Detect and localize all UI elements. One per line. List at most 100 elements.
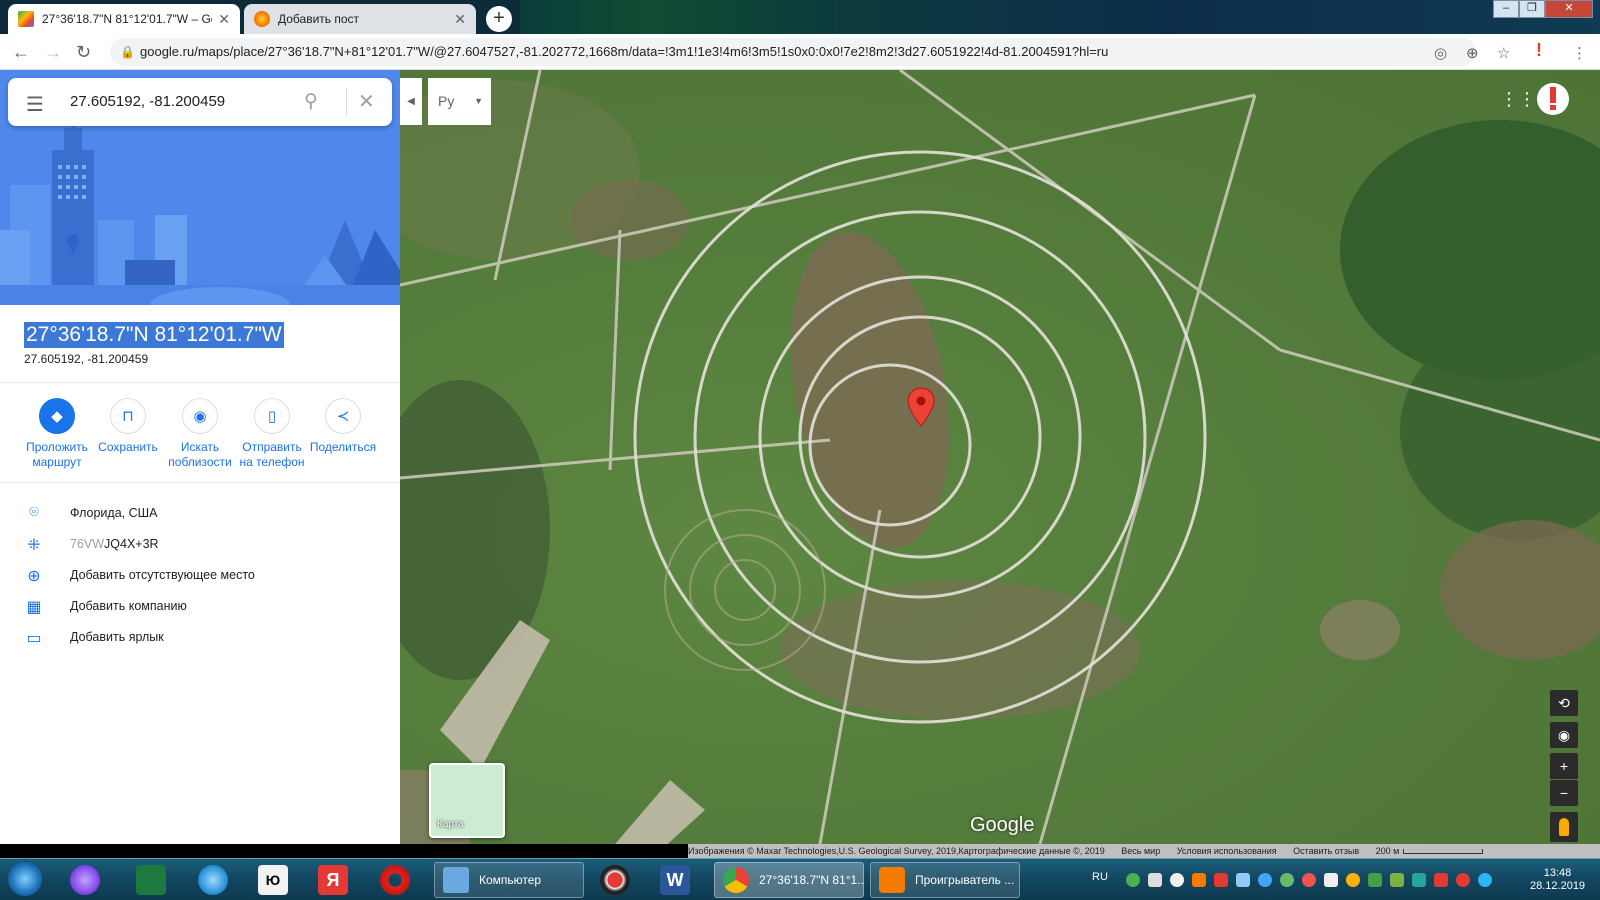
forward-arrow-icon[interactable]: → — [44, 42, 62, 63]
send-to-phone-label: Отправить на телефон — [239, 440, 305, 469]
tray-app-icon[interactable] — [1390, 873, 1404, 887]
maximize-button[interactable]: ❐ — [1519, 0, 1545, 18]
add-business-row[interactable]: ▦ Добавить компанию — [0, 593, 400, 621]
account-button[interactable] — [1537, 83, 1569, 115]
collapse-panel-button[interactable]: ◀ — [400, 78, 422, 125]
address-bar[interactable]: 🔒 google.ru/maps/place/27°36'18.7"N+81°1… — [110, 38, 1476, 66]
browser-toolbar: ← → ↻ 🔒 google.ru/maps/place/27°36'18.7"… — [0, 34, 1600, 70]
tray-app-icon[interactable] — [1258, 873, 1272, 887]
recorder-icon[interactable] — [600, 865, 630, 895]
clock-time: 13:48 — [1543, 867, 1572, 879]
tray-app-icon[interactable] — [1368, 873, 1382, 887]
tray-app-icon[interactable] — [1302, 873, 1316, 887]
start-button[interactable] — [8, 862, 42, 896]
tilt-icon[interactable]: ⟲ — [1550, 690, 1578, 716]
hamburger-menu-icon[interactable]: ☰ — [26, 92, 44, 117]
extension-alert-icon[interactable]: ! — [1536, 40, 1542, 61]
plus-code-icon: ⁜ — [27, 537, 41, 554]
label-icon: ▭ — [26, 630, 42, 647]
taskbar-window-computer[interactable]: Компьютер — [434, 862, 584, 898]
download-icon[interactable] — [1412, 873, 1426, 887]
tab-maps[interactable]: 27°36'18.7"N 81°12'01.7"W – Goo ✕ — [8, 4, 240, 34]
save-button[interactable]: ⊓ Сохранить — [92, 398, 164, 455]
location-icon[interactable]: ◎ — [1434, 44, 1447, 62]
new-tab-button[interactable]: + — [486, 6, 512, 32]
bookmark-icon: ⊓ — [110, 398, 146, 434]
tab-add-post[interactable]: Добавить пост ✕ — [244, 4, 476, 34]
input-language[interactable]: RU — [1092, 871, 1108, 883]
add-business-text: Добавить компанию — [70, 599, 187, 613]
clock-date: 28.12.2019 — [1530, 880, 1586, 892]
add-business-icon: ▦ — [26, 599, 42, 616]
tray-app-icon[interactable] — [1346, 873, 1360, 887]
zoom-icon[interactable]: ⊕ — [1466, 44, 1479, 62]
place-coordinates: 27.605192, -81.200459 — [24, 352, 149, 366]
directions-icon: ◆ — [39, 398, 75, 434]
clock[interactable]: 13:48 28.12.2019 — [1530, 867, 1585, 893]
media-player-icon — [879, 867, 905, 893]
satellite-map[interactable] — [400, 70, 1600, 844]
minimize-button[interactable]: – — [1493, 0, 1519, 18]
tray-app-icon[interactable] — [1324, 873, 1338, 887]
taskbar-window-player[interactable]: Проигрыватель ... — [870, 862, 1020, 898]
google-maps-favicon-icon — [18, 11, 34, 27]
desktop-background-strip — [520, 0, 1600, 34]
my-location-icon[interactable]: ◉ — [1550, 722, 1578, 748]
info-region-row[interactable]: ⌾ Флорида, США — [0, 500, 400, 528]
attribution-text: Изображения © Maxar Technologies,U.S. Ge… — [688, 846, 1105, 856]
add-missing-place-row[interactable]: ⊕ Добавить отсутствующее место — [0, 562, 400, 590]
yandex-browser-icon[interactable]: Я — [318, 865, 348, 895]
search-icon[interactable]: ⚲ — [304, 90, 318, 113]
zoom-out-button[interactable]: − — [1550, 780, 1578, 806]
yu-app-icon[interactable]: Ю — [258, 865, 288, 895]
google-logo: Google — [970, 814, 1035, 836]
nearby-button[interactable]: ◉ Искать поблизости — [164, 398, 236, 470]
map-layer-label: Карта — [437, 819, 464, 830]
world-link[interactable]: Весь мир — [1121, 846, 1160, 856]
window-close-button[interactable]: ✕ — [1545, 0, 1593, 18]
warning-icon[interactable] — [1434, 873, 1448, 887]
word-icon[interactable]: W — [660, 865, 690, 895]
tray-app-icon[interactable] — [1192, 873, 1206, 887]
tray-chrome-icon[interactable] — [1126, 873, 1140, 887]
language-selector[interactable]: Ру ▼ — [428, 78, 491, 125]
star-bookmark-icon[interactable]: ☆ — [1497, 44, 1510, 62]
tray-app-icon[interactable] — [1214, 873, 1228, 887]
zoom-in-button[interactable]: + — [1550, 753, 1578, 779]
network-icon[interactable] — [1478, 873, 1492, 887]
internet-explorer-icon[interactable] — [198, 865, 228, 895]
tray-app-icon[interactable] — [1456, 873, 1470, 887]
nearby-label: Искать поблизости — [168, 440, 232, 469]
reload-icon[interactable]: ↻ — [76, 42, 91, 63]
location-pin-icon: ⌾ — [29, 504, 39, 521]
taskbar-window-chrome[interactable]: 27°36'18.7"N 81°1... — [714, 862, 864, 898]
search-input[interactable]: 27.605192, -81.200459 — [70, 93, 225, 110]
back-arrow-icon[interactable]: ← — [12, 42, 30, 63]
tray-app-icon[interactable] — [1170, 873, 1184, 887]
close-icon[interactable]: ✕ — [358, 89, 375, 114]
pegman-icon[interactable] — [1550, 812, 1578, 842]
tray-app-icon[interactable] — [1280, 873, 1294, 887]
close-icon[interactable]: ✕ — [454, 11, 466, 28]
directions-label: Проложить маршрут — [26, 440, 88, 469]
tray-app-icon[interactable] — [1236, 873, 1250, 887]
search-box[interactable]: ☰ 27.605192, -81.200459 ⚲ ✕ — [8, 78, 392, 126]
more-menu-icon[interactable]: ⋮ — [1572, 44, 1587, 62]
close-icon[interactable]: ✕ — [218, 11, 230, 28]
feedback-link[interactable]: Оставить отзыв — [1293, 846, 1359, 856]
volume-icon[interactable] — [1148, 873, 1162, 887]
terms-link[interactable]: Условия использования — [1177, 846, 1277, 856]
share-button[interactable]: ≺ Поделиться — [307, 398, 379, 455]
add-label-row[interactable]: ▭ Добавить ярлык — [0, 624, 400, 652]
plus-code-prefix: 76VW — [70, 537, 105, 551]
send-to-phone-button[interactable]: ▯ Отправить на телефон — [236, 398, 308, 470]
plus-code-rest: JQ4X+3R — [104, 537, 159, 551]
alice-assistant-icon[interactable] — [70, 865, 100, 895]
opera-icon[interactable] — [380, 865, 410, 895]
url-text: google.ru/maps/place/27°36'18.7"N+81°12'… — [140, 44, 1109, 59]
info-plus-code-row[interactable]: ⁜ 76VWJQ4X+3R — [0, 531, 400, 559]
map-layer-switcher[interactable]: Карта — [429, 763, 505, 838]
directions-button[interactable]: ◆ Проложить маршрут — [21, 398, 93, 470]
excel-icon[interactable] — [136, 865, 166, 895]
place-title: 27°36'18.7"N 81°12'01.7"W — [24, 322, 284, 348]
